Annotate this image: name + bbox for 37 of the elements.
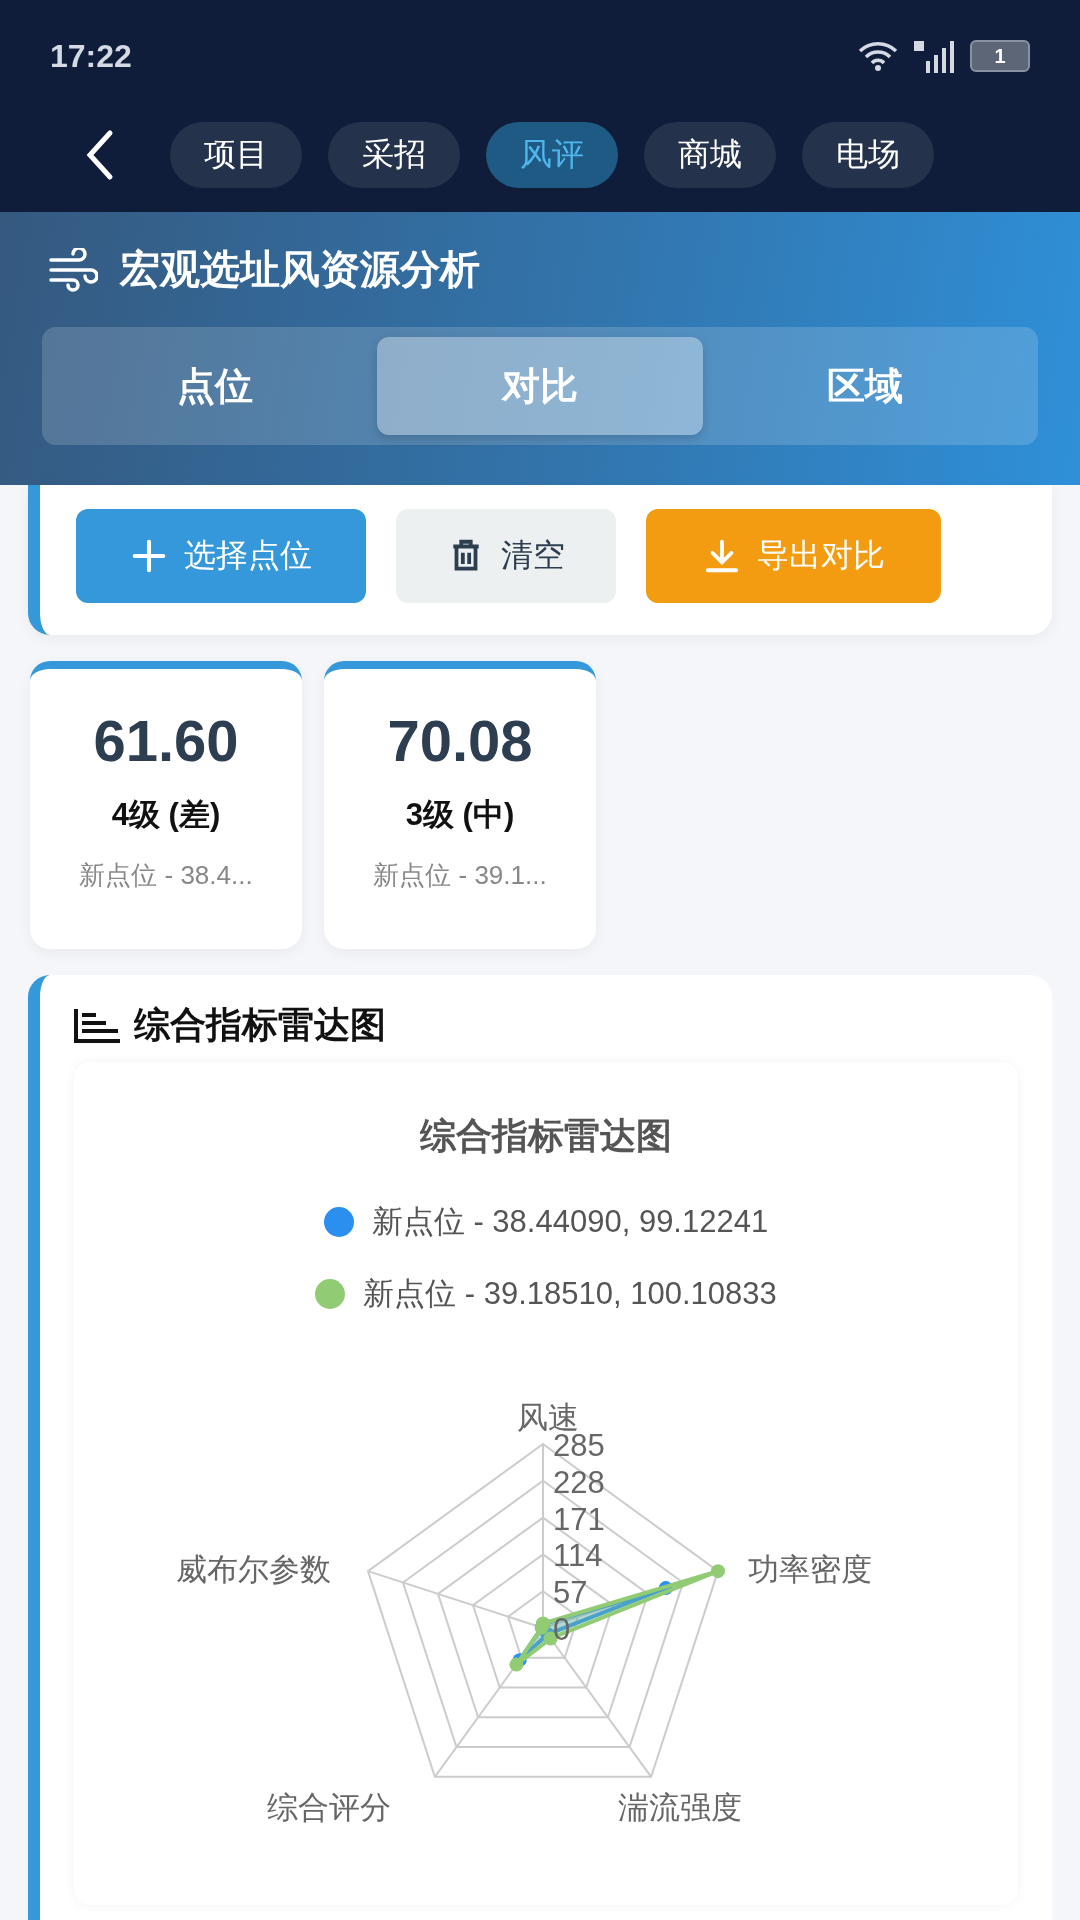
page-title: 宏观选址风资源分析 [120, 246, 480, 293]
segment-tab[interactable]: 点位 [52, 337, 378, 435]
nav-tab[interactable]: 风评 [486, 122, 618, 188]
score-value: 61.60 [93, 707, 239, 774]
nav-tab[interactable]: 采招 [328, 122, 460, 188]
select-point-button[interactable]: 选择点位 [76, 509, 366, 603]
bar-chart-icon [74, 1008, 120, 1043]
score-value: 70.08 [387, 707, 533, 774]
plus-icon [130, 537, 168, 575]
nav-tab[interactable]: 项目 [170, 122, 302, 188]
axis-label: 综合评分 [267, 1790, 391, 1825]
wifi-icon [858, 41, 898, 71]
legend-label: 新点位 - 38.44090, 99.12241 [371, 1203, 769, 1241]
axis-label: 湍流强度 [618, 1790, 742, 1825]
point-label: 新点位 - 38.4... [79, 859, 253, 892]
signal-icon [912, 39, 956, 73]
axis-label: 威布尔参数 [176, 1552, 331, 1587]
tick-label: 228 [553, 1464, 605, 1500]
nav-tab[interactable]: 商城 [644, 122, 776, 188]
segment-tab[interactable]: 对比 [377, 337, 703, 435]
grade-label: 3级 (中) [405, 796, 515, 834]
point-label: 新点位 - 39.1... [373, 859, 547, 892]
tick-label: 57 [553, 1575, 588, 1611]
tick-label: 171 [553, 1501, 605, 1537]
nav-tab[interactable]: 电场 [802, 122, 934, 188]
segment-tab[interactable]: 区域 [702, 337, 1028, 435]
section-title: 综合指标雷达图 [134, 1003, 386, 1047]
status-time: 17:22 [50, 37, 132, 75]
axis-label: 功率密度 [748, 1552, 872, 1587]
grade-label: 4级 (差) [111, 796, 221, 834]
tick-label: 114 [553, 1538, 603, 1574]
legend-label: 新点位 - 39.18510, 100.10833 [363, 1275, 777, 1313]
battery-icon: 1 [970, 40, 1030, 72]
chart-title: 综合指标雷达图 [420, 1114, 672, 1158]
tick-label: 0 [553, 1612, 571, 1647]
clear-button[interactable]: 清空 [396, 509, 616, 603]
wind-icon [48, 247, 98, 292]
